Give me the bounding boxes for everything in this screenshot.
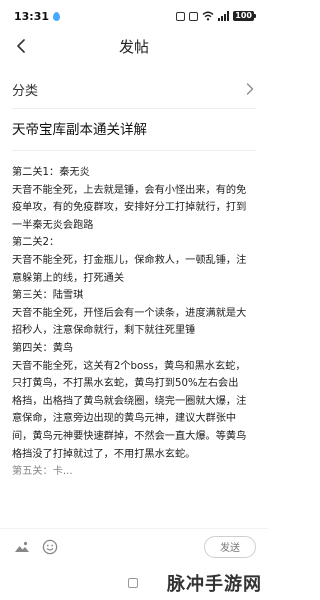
body-line: 第二关1：秦无炎 [12,167,90,178]
body-line: 格挡没了打掉就过了，不用打黑水玄蛇。 [12,448,196,460]
battery-tip [254,14,256,18]
header: 发帖 [0,32,268,60]
emoji-icon[interactable] [40,537,60,557]
home-icon[interactable] [128,578,138,588]
body-line: 天音不能全死，这关有2个boss，黄鸟和黑水玄蛇， [12,360,246,372]
category-selector[interactable]: 分类 [0,74,268,104]
category-label: 分类 [12,83,39,99]
status-bar: 13:31 100 [0,0,268,32]
body-line: 第五关：卡... [12,466,73,478]
status-right: 100 [176,11,256,21]
notification-drop-icon [53,11,61,21]
body-line: 只打黄鸟，不打黑水玄蛇，黄鸟打到50%左右会出 [12,378,239,390]
body-line: 第四关：黄鸟 [12,342,74,354]
body-line: 天音不能全死，开怪后会有一个读条，进度满就是大 [12,307,247,319]
status-time: 13:31 [14,9,50,23]
divider [12,108,256,109]
vibrate-icon [176,11,186,21]
bottom-toolbar: 发送 [0,528,268,564]
body-line: 招秒人，注意保命就行，剩下就往死里锤 [12,325,196,337]
battery-icon: 100 [233,11,256,21]
image-icon[interactable] [12,537,32,557]
divider [12,150,256,151]
send-button[interactable]: 发送 [204,535,256,558]
page-title: 发帖 [118,37,149,56]
body-line: 一半秦无炎会跑路 [12,219,94,231]
battery-level: 100 [233,11,254,21]
nfc-icon [189,11,199,21]
body-line: 疫单攻，有的免疫群攻，安排好分工打掉就行，打到 [12,202,247,214]
body-line: 天音不能全死，上去就是锤，会有小怪出来，有的免 [12,184,247,196]
post-body-editor[interactable]: 第二关1：秦无炎 天音不能全死，上去就是锤，会有小怪出来，有的免 疫单攻，有的免… [12,164,258,510]
watermark: 脉冲手游网 [167,574,262,595]
back-arrow-icon[interactable] [12,37,30,55]
status-left: 13:31 [14,9,61,23]
body-line: 间，黄鸟元神要快速群掉，不然会一直大爆。等黄鸟 [12,430,247,442]
body-line: 格挡，出格挡了黄鸟就会绕圈，绕完一圈就大爆，注 [12,395,247,407]
body-line: 天音不能全死，打金瓶儿，保命救人，一顿乱锤，注 [12,254,247,266]
body-line: 第三关：陆雪琪 [12,290,84,302]
signal-icon [218,11,230,21]
body-line: 第二关2： [12,237,60,249]
post-title-input[interactable]: 天帝宝库副本通关详解 [12,118,256,142]
wifi-icon [202,11,214,21]
chevron-right-icon [246,82,258,96]
body-line: 意保命，注意旁边出现的黄鸟元神，建议大群张中 [12,413,237,425]
body-line: 意躲第上的线，打死通关 [12,272,125,284]
system-nav-bar: 脉冲手游网 [0,566,268,600]
